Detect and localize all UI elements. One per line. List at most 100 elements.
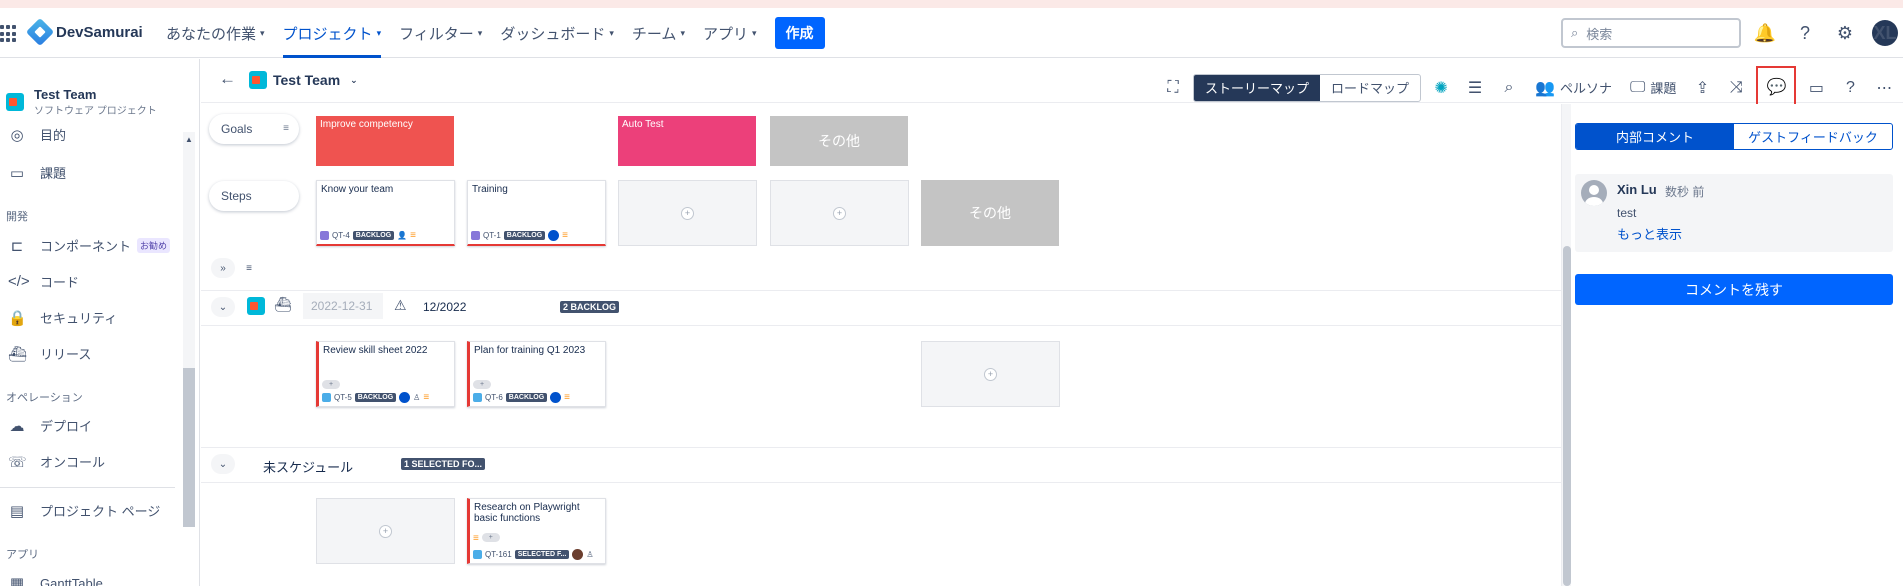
top-banner-strip [0,0,1903,8]
fullscreen-icon[interactable]: ⛶ [1159,74,1187,102]
sidebar-item-components[interactable]: ⊏ コンポーネント お勧め [8,236,171,255]
nav-projects[interactable]: プロジェクト ▾ [282,8,382,58]
leave-comment-button[interactable]: コメントを残す [1575,274,1893,305]
release-badge: 2 BACKLOG [560,301,620,313]
tab-story-map[interactable]: ストーリーマップ [1194,74,1321,101]
view-switcher: ストーリーマップ ロードマップ [1193,73,1422,102]
sidebar-scrollbar[interactable]: ▲ [183,132,195,527]
nav-your-work[interactable]: あなたの作業 ▾ [166,8,265,58]
show-more-link[interactable]: もっと表示 [1617,224,1682,243]
project-header[interactable]: Test Team ソフトウェア プロジェクト [6,87,157,117]
sidebar-item-security[interactable]: 🔒 セキュリティ [8,308,117,327]
app-logo[interactable]: DevSamurai [25,17,143,47]
sidebar-item-gantt[interactable]: ▦ GanttTable [8,574,103,586]
search-input[interactable]: ⌕ 検索 [1561,18,1741,48]
scrollbar-thumb[interactable] [183,368,195,527]
tab-internal-comments[interactable]: 内部コメント [1576,124,1734,149]
plus-icon: + [833,206,846,220]
board-selector[interactable]: Test Team ⌄ [249,71,358,89]
recommended-badge: お勧め [137,238,171,253]
sidebar-section-ops: オペレーション [6,392,83,404]
layers-icon[interactable]: ☰ [1461,74,1489,102]
sidebar-item-releases[interactable]: ⛴ リリース [8,344,91,363]
search-icon: ⌕ [1571,25,1579,40]
plus-pill-icon[interactable]: + [481,533,500,542]
release-card[interactable]: Plan for training Q1 2023 + QT-6 BACKLOG ≡ [467,341,606,407]
scroll-up-icon[interactable]: ▲ [185,135,193,144]
chevron-down-icon[interactable]: ⌄ [211,297,235,317]
goals-row-label[interactable]: Goals ≡ [209,114,299,144]
unscheduled-badge: 1 SELECTED FO... [401,458,486,470]
steps-row-label[interactable]: Steps [209,181,299,211]
board-scrollbar[interactable] [1561,104,1571,586]
other-goals-card[interactable]: その他 [770,116,908,166]
app-switcher-icon[interactable] [0,25,18,43]
step-card[interactable]: Know your team QT-4 BACKLOG 👤 ≡ [316,180,455,246]
sidebar-item-label: オンコール [40,455,106,470]
help-button[interactable]: ? [1836,74,1864,102]
comment-text: test [1617,206,1637,220]
sidebar-item-code[interactable]: </> コード [8,272,79,291]
nav-apps[interactable]: アプリ ▾ [703,8,757,58]
chevron-down-icon: ▾ [477,27,483,38]
step-card[interactable]: Training QT-1 BACKLOG ≡ [467,180,606,246]
sidebar-item-project-pages[interactable]: ▤ プロジェクト ページ [8,501,160,520]
share-icon[interactable]: ⤨ [1722,74,1750,102]
other-steps-card[interactable]: その他 [921,180,1059,246]
filter-icon[interactable]: ≡ [283,123,289,134]
card-add[interactable]: + [473,378,491,389]
assignee-avatar [550,392,562,403]
unscheduled-card[interactable]: Research on Playwright basic functions ≡… [467,498,606,564]
card-view-icon[interactable]: ▭ [1802,74,1830,102]
chevron-down-icon: ▾ [376,27,382,38]
sidebar-item-issues[interactable]: ▭ 課題 [8,163,66,182]
collapse-all-icon[interactable]: » [211,258,235,278]
create-button[interactable]: 作成 [774,17,825,49]
task-icon [473,393,482,402]
add-card-slot[interactable]: + [921,341,1060,407]
sidebar-item-oncall[interactable]: ☏ オンコール [8,452,105,471]
goal-card[interactable]: Auto Test [618,116,756,166]
help-icon[interactable]: ? [1792,20,1818,46]
nav-dashboards[interactable]: ダッシュボード ▾ [500,8,614,58]
tab-guest-feedback[interactable]: ゲストフィードバック [1734,124,1892,149]
story-map-board: Goals ≡ Improve competency Auto Test その他 … [201,104,1561,586]
issues-button[interactable]: 🖵 課題 [1624,74,1682,102]
release-date-field[interactable]: 2022-12-31 [303,293,383,319]
persona-button[interactable]: 👥 ペルソナ [1529,74,1618,102]
add-step-slot[interactable]: + [770,180,909,246]
sidebar-item-deployments[interactable]: ☁ デプロイ [8,416,93,435]
nav-label: プロジェクト [282,25,373,43]
settings-icon[interactable]: ⚙ [1832,20,1858,46]
nav-filters[interactable]: フィルター ▾ [399,8,482,58]
chevron-down-icon: ▾ [609,27,614,38]
avatar[interactable]: XL [1872,20,1898,46]
release-card[interactable]: Review skill sheet 2022 + QT-5 BACKLOG ♙ ≡ [316,341,455,407]
page-icon: ▤ [9,502,25,520]
sidebar-section-dev: 開発 [6,211,28,223]
notifications-icon[interactable]: 🔔 [1752,20,1778,46]
nav-teams[interactable]: チーム ▾ [632,8,685,58]
card-add[interactable]: + [322,378,340,389]
toolbar-actions: ⛶ ストーリーマップ ロードマップ ✺ ☰ ⌕ 👥 ペルソナ 🖵 課題 ⇪ ⤨ 💬 … [1159,66,1898,108]
more-icon[interactable]: ⋯ [1870,74,1898,102]
target-icon: ◎ [10,126,24,144]
chevron-down-icon[interactable]: ⌄ [211,454,235,474]
project-icon [6,93,24,111]
hierarchy-icon[interactable]: ✺ [1427,74,1455,102]
sidebar-item-goals[interactable]: ◎ 目的 [8,125,66,144]
export-icon[interactable]: ⇪ [1688,74,1716,102]
search-icon[interactable]: ⌕ [1495,74,1523,102]
scrollbar-thumb[interactable] [1563,246,1571,586]
story-icon [471,231,480,240]
comment-icon[interactable]: 💬 [1756,66,1797,108]
add-step-slot[interactable]: + [618,180,757,246]
back-arrow-icon[interactable]: ← [219,69,236,89]
tab-roadmap[interactable]: ロードマップ [1320,75,1420,101]
sidebar-item-label: コンポーネント [40,239,132,254]
goal-card[interactable]: Improve competency [316,116,454,166]
status-badge: SELECTED F... [514,550,570,559]
add-card-slot[interactable]: + [316,498,455,564]
issues-label: 課題 [1650,81,1677,96]
filter-icon[interactable]: ≡ [237,258,261,278]
